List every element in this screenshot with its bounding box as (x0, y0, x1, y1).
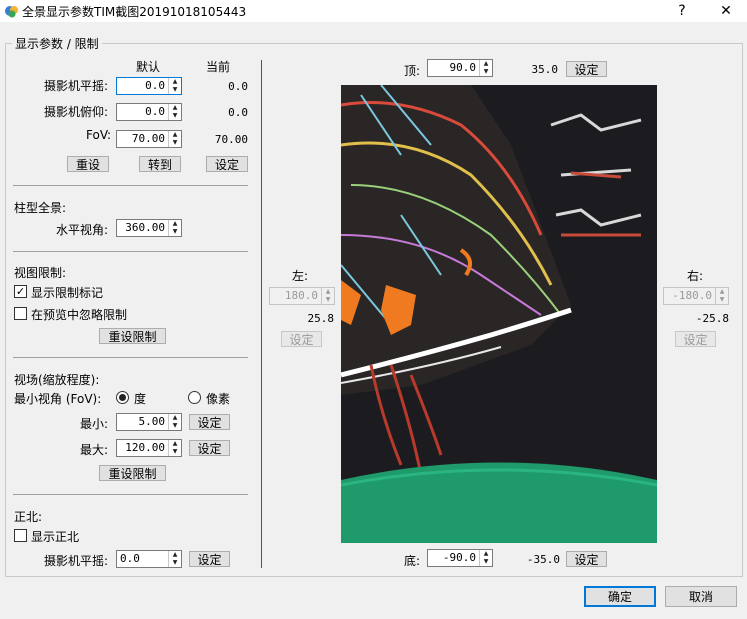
bottom-limit-current: -35.0 (526, 553, 560, 566)
camera-goto-button[interactable]: 转到 (139, 156, 181, 172)
spin-arrows-icon[interactable]: ▲ ▼ (479, 550, 492, 566)
cylinder-heading: 柱型全景: (14, 201, 67, 215)
north-pan-value: 0.0 (120, 552, 140, 565)
show-north-checkbox[interactable] (14, 529, 27, 542)
zoom-min-input[interactable]: 5.00 ▲ ▼ (116, 413, 182, 431)
spin-arrows-icon[interactable]: ▲ ▼ (168, 414, 181, 430)
radio-dot-icon (119, 394, 126, 401)
spin-arrows-icon[interactable]: ▲ ▼ (321, 288, 334, 304)
top-limit-set-button[interactable]: 设定 (566, 61, 607, 77)
app-icon (4, 3, 20, 19)
camera-reset-button[interactable]: 重设 (67, 156, 109, 172)
left-limit-value: 180.0 (284, 289, 318, 302)
show-markers-checkbox[interactable]: ✓ (14, 285, 27, 298)
ignore-preview-checkbox[interactable] (14, 307, 27, 320)
unit-pixel-label: 像素 (206, 392, 231, 406)
zoom-max-set-button[interactable]: 设定 (189, 440, 230, 456)
vertical-divider (261, 60, 262, 568)
spin-arrows-icon[interactable]: ▲ ▼ (168, 104, 181, 120)
north-set-button[interactable]: 设定 (189, 551, 230, 567)
spin-arrows-icon[interactable]: ▲ ▼ (715, 288, 728, 304)
camera-set-button[interactable]: 设定 (206, 156, 248, 172)
top-limit-input[interactable]: 90.0 ▲ ▼ (427, 59, 493, 77)
panorama-preview (341, 85, 657, 543)
bottom-limit-set-button[interactable]: 设定 (566, 551, 607, 567)
view-limits-heading: 视图限制: (14, 266, 67, 280)
zoom-max-label: 最大: (80, 443, 109, 457)
camera-fov-value: 70.00 (131, 132, 165, 145)
ignore-preview-label: 在预览中忽略限制 (31, 308, 128, 322)
zoom-min-set-button[interactable]: 设定 (189, 414, 230, 430)
divider (13, 357, 248, 358)
group-title: 显示参数 / 限制 (12, 35, 102, 52)
north-pan-label: 摄影机平摇: (44, 554, 109, 568)
camera-fov-current: 70.00 (214, 133, 248, 146)
camera-fov-label: FoV: (86, 128, 112, 142)
divider (13, 251, 248, 252)
top-limit-value: 90.0 (449, 61, 477, 74)
spin-arrows-icon[interactable]: ▲ ▼ (168, 131, 181, 147)
spin-arrows-icon[interactable]: ▲ ▼ (168, 220, 181, 236)
camera-pan-input[interactable]: 0.0 ▲ ▼ (116, 77, 182, 95)
zoom-max-value: 120.00 (125, 441, 165, 454)
north-heading: 正北: (14, 510, 43, 524)
right-limit-label: 右: (687, 269, 704, 283)
right-limit-value: -180.0 (672, 289, 712, 302)
unit-degree-label: 度 (134, 392, 147, 406)
show-north-label: 显示正北 (31, 530, 80, 544)
spin-arrows-icon[interactable]: ▲ ▼ (168, 551, 181, 567)
bottom-limit-input[interactable]: -90.0 ▲ ▼ (427, 549, 493, 567)
camera-pan-label: 摄影机平摇: (44, 79, 109, 93)
camera-pan-current: 0.0 (228, 80, 248, 93)
view-limits-reset-button[interactable]: 重设限制 (99, 328, 166, 344)
spin-arrows-icon[interactable]: ▲ ▼ (168, 440, 181, 456)
zoom-min-label: 最小: (80, 417, 109, 431)
help-button[interactable]: ? (660, 0, 704, 22)
cylinder-hfov-label: 水平视角: (56, 223, 109, 237)
min-fov-label: 最小视角 (FoV): (14, 392, 102, 406)
left-limit-input[interactable]: 180.0 ▲ ▼ (269, 287, 335, 305)
camera-tilt-current: 0.0 (228, 106, 248, 119)
left-limit-set-button[interactable]: 设定 (281, 331, 322, 347)
top-limit-current: 35.0 (531, 63, 559, 76)
right-limit-set-button[interactable]: 设定 (675, 331, 716, 347)
window-title: 全景显示参数TIM截图20191018105443 (22, 5, 247, 19)
header-default: 默认 (136, 60, 161, 74)
show-markers-label: 显示限制标记 (31, 286, 104, 300)
camera-fov-input[interactable]: 70.00 ▲ ▼ (116, 130, 182, 148)
zoom-reset-button[interactable]: 重设限制 (99, 465, 166, 481)
camera-tilt-input[interactable]: 0.0 ▲ ▼ (116, 103, 182, 121)
divider (13, 494, 248, 495)
camera-tilt-label: 摄影机俯仰: (44, 105, 109, 119)
left-limit-label: 左: (292, 269, 309, 283)
top-limit-label: 顶: (404, 64, 421, 78)
right-limit-input[interactable]: -180.0 ▲ ▼ (663, 287, 729, 305)
zoom-min-value: 5.00 (138, 415, 166, 428)
cylinder-hfov-input[interactable]: 360.00 ▲ ▼ (116, 219, 182, 237)
left-limit-current: 25.8 (307, 312, 335, 325)
bottom-limit-value: -90.0 (442, 551, 476, 564)
unit-degree-radio[interactable] (116, 391, 129, 404)
spin-arrows-icon[interactable]: ▲ ▼ (479, 60, 492, 76)
zoom-heading: 视场(缩放程度): (14, 373, 100, 387)
camera-tilt-value: 0.0 (145, 105, 165, 118)
ok-button[interactable]: 确定 (584, 586, 656, 607)
header-current: 当前 (206, 60, 231, 74)
zoom-max-input[interactable]: 120.00 ▲ ▼ (116, 439, 182, 457)
north-pan-input[interactable]: 0.0 ▲ ▼ (116, 550, 182, 568)
unit-pixel-radio[interactable] (188, 391, 201, 404)
close-button[interactable]: ✕ (704, 0, 747, 22)
cylinder-hfov-value: 360.00 (125, 221, 165, 234)
cancel-button[interactable]: 取消 (665, 586, 737, 607)
divider (13, 185, 248, 186)
right-limit-current: -25.8 (695, 312, 729, 325)
spin-arrows-icon[interactable]: ▲ ▼ (168, 78, 181, 94)
panorama-image (341, 85, 657, 543)
camera-pan-value: 0.0 (145, 79, 165, 92)
bottom-limit-label: 底: (404, 554, 421, 568)
